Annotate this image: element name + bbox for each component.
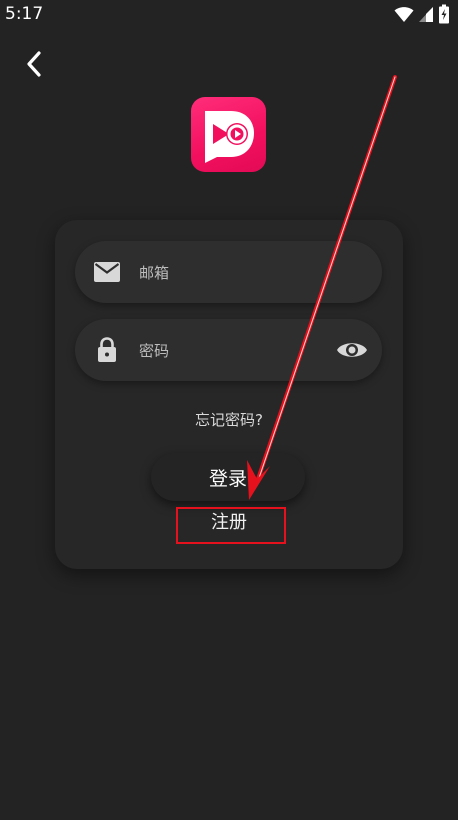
- password-field[interactable]: [137, 319, 331, 383]
- app-logo: [191, 97, 266, 172]
- status-time: 5:17: [5, 4, 44, 24]
- forgot-password-link[interactable]: 忘记密码?: [55, 409, 403, 430]
- status-icons: [394, 4, 450, 28]
- login-card: 忘记密码? 登录 注册: [55, 220, 403, 569]
- wifi-icon: [394, 5, 414, 27]
- register-link[interactable]: 注册: [179, 510, 279, 536]
- login-button[interactable]: 登录: [151, 453, 305, 501]
- cell-signal-icon: [418, 5, 434, 27]
- back-button[interactable]: [16, 48, 52, 84]
- login-screen: 5:17 邮箱 忘记密码? 登录 注册: [0, 0, 458, 820]
- battery-icon: [438, 4, 450, 28]
- video-play-logo: [205, 111, 254, 163]
- password-field-container: [75, 319, 382, 383]
- email-field[interactable]: [137, 241, 331, 305]
- login-button-label: 登录: [208, 467, 247, 490]
- email-field-container: [75, 241, 382, 305]
- status-bar: 5:17: [0, 0, 458, 28]
- lock-icon: [93, 336, 121, 364]
- mail-icon: [93, 258, 121, 286]
- eye-icon[interactable]: [336, 335, 368, 365]
- chevron-left-icon: [24, 49, 44, 83]
